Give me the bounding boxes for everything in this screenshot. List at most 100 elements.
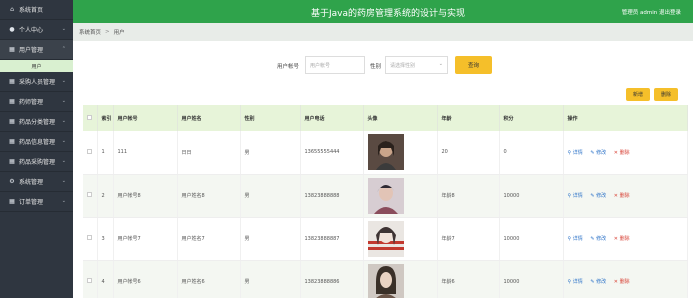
view-button[interactable]: ⚲ 详情 xyxy=(568,279,583,285)
batch-delete-button[interactable]: 删除 xyxy=(654,88,678,101)
cell-phone: 13823888886 xyxy=(300,260,364,298)
cell-account: 用户帐号7 xyxy=(113,217,178,261)
user-icon: ● xyxy=(9,26,15,33)
sidebar-item-label: 系统管理 xyxy=(19,179,44,186)
delete-button[interactable]: ✕ 删除 xyxy=(614,150,630,156)
sidebar-item-system[interactable]: ⚙ 系统管理 ⌄ xyxy=(0,172,73,192)
home-icon: ⌂ xyxy=(10,6,14,13)
cell-age: 年龄7 xyxy=(437,217,500,261)
cell-name: 用户姓名7 xyxy=(177,217,241,261)
col-header-phone[interactable]: 用户电话 xyxy=(300,105,364,131)
account-label: 用户帐号 xyxy=(277,64,300,70)
sidebar-item-drug-categories[interactable]: ▦ 药品分类管理 ⌄ xyxy=(0,112,73,132)
search-icon: ⚲ xyxy=(567,193,572,199)
cell-gender: 男 xyxy=(240,131,301,175)
cell-points: 10000 xyxy=(499,217,564,261)
view-button[interactable]: ⚲ 详情 xyxy=(568,236,583,242)
edit-label: 修改 xyxy=(596,236,607,242)
delete-button[interactable]: ✕ 删除 xyxy=(614,279,630,285)
breadcrumb-current: 用户 xyxy=(113,30,125,36)
account-search-input[interactable]: 用户帐号 xyxy=(305,56,365,74)
user-area: 管理员 admin 退出登录 xyxy=(622,8,681,16)
gender-select[interactable]: 请选择性别 ⌄ xyxy=(385,56,448,74)
cell-account: 用户帐号6 xyxy=(113,260,178,298)
checkbox[interactable] xyxy=(87,114,92,120)
view-button[interactable]: ⚲ 详情 xyxy=(568,193,583,199)
search-bar: 用户帐号 用户帐号 性别 请选择性别 ⌄ 查询 xyxy=(73,56,693,74)
cell-ops: ⚲ 详情 ✎ 修改 ✕ 删除 xyxy=(563,217,688,261)
col-header-account[interactable]: 用户帐号 xyxy=(113,105,178,131)
table-row: 4 用户帐号6 用户姓名6 男 13823888886 年龄6 10000 ⚲ … xyxy=(83,260,688,298)
cell-age: 年龄6 xyxy=(437,260,500,298)
top-header: 基于Java的药房管理系统的设计与实现 管理员 admin 退出登录 xyxy=(73,0,693,23)
cell-avatar xyxy=(363,174,438,218)
col-header-age[interactable]: 年龄 xyxy=(437,105,500,131)
delete-label: 删除 xyxy=(619,193,630,199)
app-title: 基于Java的药房管理系统的设计与实现 xyxy=(311,9,466,19)
grid-icon: ▦ xyxy=(9,46,15,53)
row-checkbox[interactable] xyxy=(87,235,92,240)
close-icon: ✕ xyxy=(613,193,618,199)
chevron-down-icon: ⌄ xyxy=(61,118,66,124)
cell-phone: 13823888887 xyxy=(300,217,364,261)
table-row: 1 111 日日 男 13655555444 20 0 ⚲ 详情 ✎ 修改 ✕ … xyxy=(83,131,688,175)
sidebar-subitem-user[interactable]: 用户 xyxy=(0,60,73,72)
sidebar-item-pharmacists[interactable]: ▦ 药师管理 ⌄ xyxy=(0,92,73,112)
add-button[interactable]: 新增 xyxy=(626,88,650,101)
sidebar-item-drug-info[interactable]: ▦ 药品信息管理 ⌄ xyxy=(0,132,73,152)
edit-icon: ✎ xyxy=(590,236,595,242)
sidebar-item-label: 药师管理 xyxy=(19,99,44,106)
chevron-down-icon: ⌄ xyxy=(438,61,443,67)
cell-age: 20 xyxy=(437,131,500,175)
search-button[interactable]: 查询 xyxy=(455,56,492,74)
row-checkbox[interactable] xyxy=(87,148,92,154)
cell-avatar xyxy=(363,131,438,175)
edit-button[interactable]: ✎ 修改 xyxy=(590,279,606,285)
row-checkbox[interactable] xyxy=(87,278,92,283)
edit-button[interactable]: ✎ 修改 xyxy=(590,193,606,199)
sidebar-item-profile[interactable]: ● 个人中心 ⌄ xyxy=(0,20,73,40)
col-header-points[interactable]: 积分 xyxy=(499,105,564,131)
logout-link[interactable]: 退出登录 xyxy=(659,10,681,16)
cell-name: 用户姓名8 xyxy=(177,174,241,218)
cell-gender: 男 xyxy=(240,174,301,218)
sidebar-item-drug-purchase[interactable]: ▦ 药品采购管理 ⌄ xyxy=(0,152,73,172)
breadcrumb: 系统首页 > 用户 xyxy=(73,23,693,41)
sidebar-item-orders[interactable]: ▦ 订单管理 ⌄ xyxy=(0,192,73,212)
grid-icon: ▦ xyxy=(9,138,15,145)
cell-age: 年龄8 xyxy=(437,174,500,218)
col-header-name[interactable]: 用户姓名 xyxy=(177,105,241,131)
breadcrumb-home[interactable]: 系统首页 xyxy=(79,28,101,36)
col-header-index: 索引 xyxy=(97,105,114,131)
edit-icon: ✎ xyxy=(590,279,595,285)
edit-button[interactable]: ✎ 修改 xyxy=(590,236,606,242)
cell-avatar xyxy=(363,260,438,298)
user-table: 索引 用户帐号 用户姓名 性别 用户电话 头像 年龄 积分 操作 1 111 日… xyxy=(83,105,688,298)
cell-name: 用户姓名6 xyxy=(177,260,241,298)
edit-icon: ✎ xyxy=(590,149,595,156)
gender-label: 性别 xyxy=(370,64,382,70)
select-all-checkbox[interactable] xyxy=(83,105,98,131)
edit-label: 修改 xyxy=(596,193,607,199)
sidebar-item-label: 用户管理 xyxy=(19,47,44,54)
chevron-down-icon: ⌄ xyxy=(61,198,66,204)
breadcrumb-separator: > xyxy=(105,29,110,35)
sidebar-item-label: 药品信息管理 xyxy=(19,139,56,146)
close-icon: ✕ xyxy=(613,279,618,285)
sidebar-item-home[interactable]: ⌂ 系统首页 xyxy=(0,0,73,20)
delete-button[interactable]: ✕ 删除 xyxy=(614,236,630,242)
grid-icon: ▦ xyxy=(9,78,15,85)
sidebar-item-users[interactable]: ▦ 用户管理 ⌃ xyxy=(0,40,73,60)
view-button[interactable]: ⚲ 详情 xyxy=(568,150,583,156)
col-header-ops: 操作 xyxy=(563,105,688,131)
sidebar-item-label: 订单管理 xyxy=(19,199,44,206)
col-header-gender[interactable]: 性别 xyxy=(240,105,301,131)
view-label: 详情 xyxy=(572,279,583,285)
sidebar-item-purchasers[interactable]: ▦ 采购人员管理 ⌄ xyxy=(0,72,73,92)
delete-button[interactable]: ✕ 删除 xyxy=(614,193,630,199)
search-icon: ⚲ xyxy=(567,149,572,156)
row-checkbox[interactable] xyxy=(87,192,92,197)
sidebar-item-label: 系统首页 xyxy=(19,7,44,14)
cell-index: 2 xyxy=(97,174,114,218)
edit-button[interactable]: ✎ 修改 xyxy=(590,150,606,156)
